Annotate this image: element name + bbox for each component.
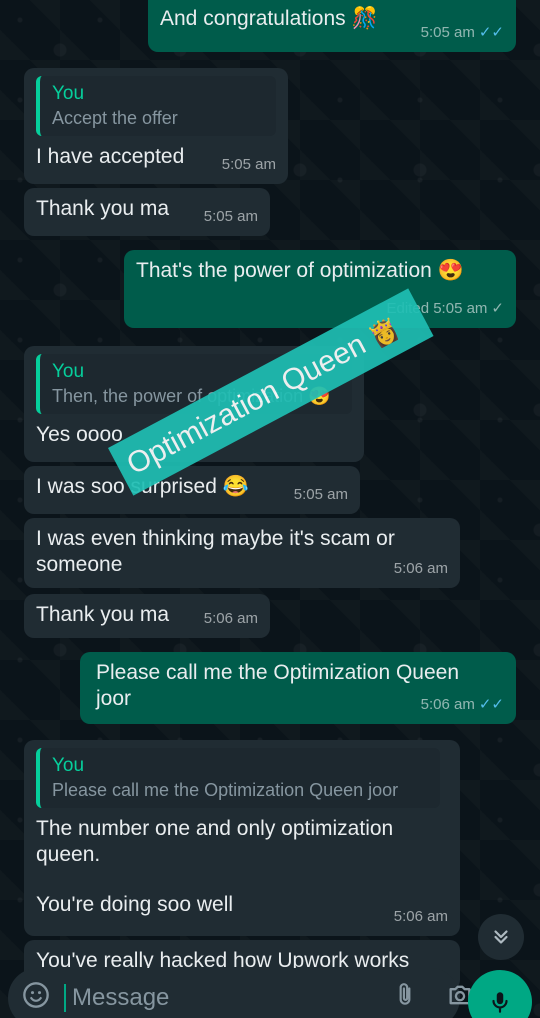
mic-icon [492,992,508,1013]
message-time: 5:06 am [203,610,258,627]
message-incoming[interactable]: Thank you ma 5:06 am [24,594,270,638]
message-incoming-reply[interactable]: You Accept the offer I have accepted 5:0… [24,68,288,184]
quoted-message[interactable]: You Accept the offer [36,76,276,136]
quoted-message[interactable]: You Please call me the Optimization Quee… [36,748,440,808]
message-time: 5:05 am [221,156,276,173]
message-incoming-reply[interactable]: You Please call me the Optimization Quee… [24,740,460,936]
message-time: 5:05 am [433,300,488,317]
chevron-double-down-icon [494,930,508,944]
attach-icon[interactable] [392,981,418,1016]
message-time: 5:06 am [420,696,475,713]
message-incoming[interactable]: I was soo surprised 😂 5:05 am [24,466,360,514]
message-outgoing[interactable]: Please call me the Optimization Queen jo… [80,652,516,724]
emoji-icon[interactable] [22,981,50,1016]
message-time: 5:05 am [420,24,475,41]
quote-text: Please call me the Optimization Queen jo… [52,780,399,800]
message-outgoing[interactable]: And congratulations 🎊 5:05 am ✓✓ [148,0,516,52]
message-text: I was even thinking maybe it's scam or s… [36,527,395,576]
message-input[interactable] [64,984,382,1012]
message-time: 5:05 am [203,208,258,225]
message-incoming[interactable]: Thank you ma 5:05 am [24,188,270,236]
message-incoming[interactable]: I was even thinking maybe it's scam or s… [24,518,460,588]
read-ticks-icon: ✓✓ [478,24,504,41]
message-composer [8,968,471,1018]
quote-author: You [52,83,85,104]
scroll-to-bottom-button[interactable] [478,914,524,960]
read-ticks-icon: ✓✓ [478,696,504,713]
message-time: 5:05 am [293,486,348,503]
quote-author: You [52,755,85,776]
message-time: 5:06 am [393,560,448,577]
quote-text: Accept the offer [52,108,178,128]
queen-emoji-icon: 👸 [365,314,405,353]
message-text: The number one and only optimization que… [36,817,394,866]
sent-tick-icon: ✓ [491,300,504,317]
message-outgoing[interactable]: That's the power of optimization 😍 Edite… [124,250,516,328]
message-time: 5:06 am [393,908,448,925]
message-text: That's the power of optimization 😍 [136,259,464,282]
message-text-paragraph: You're doing soo well [36,893,234,916]
